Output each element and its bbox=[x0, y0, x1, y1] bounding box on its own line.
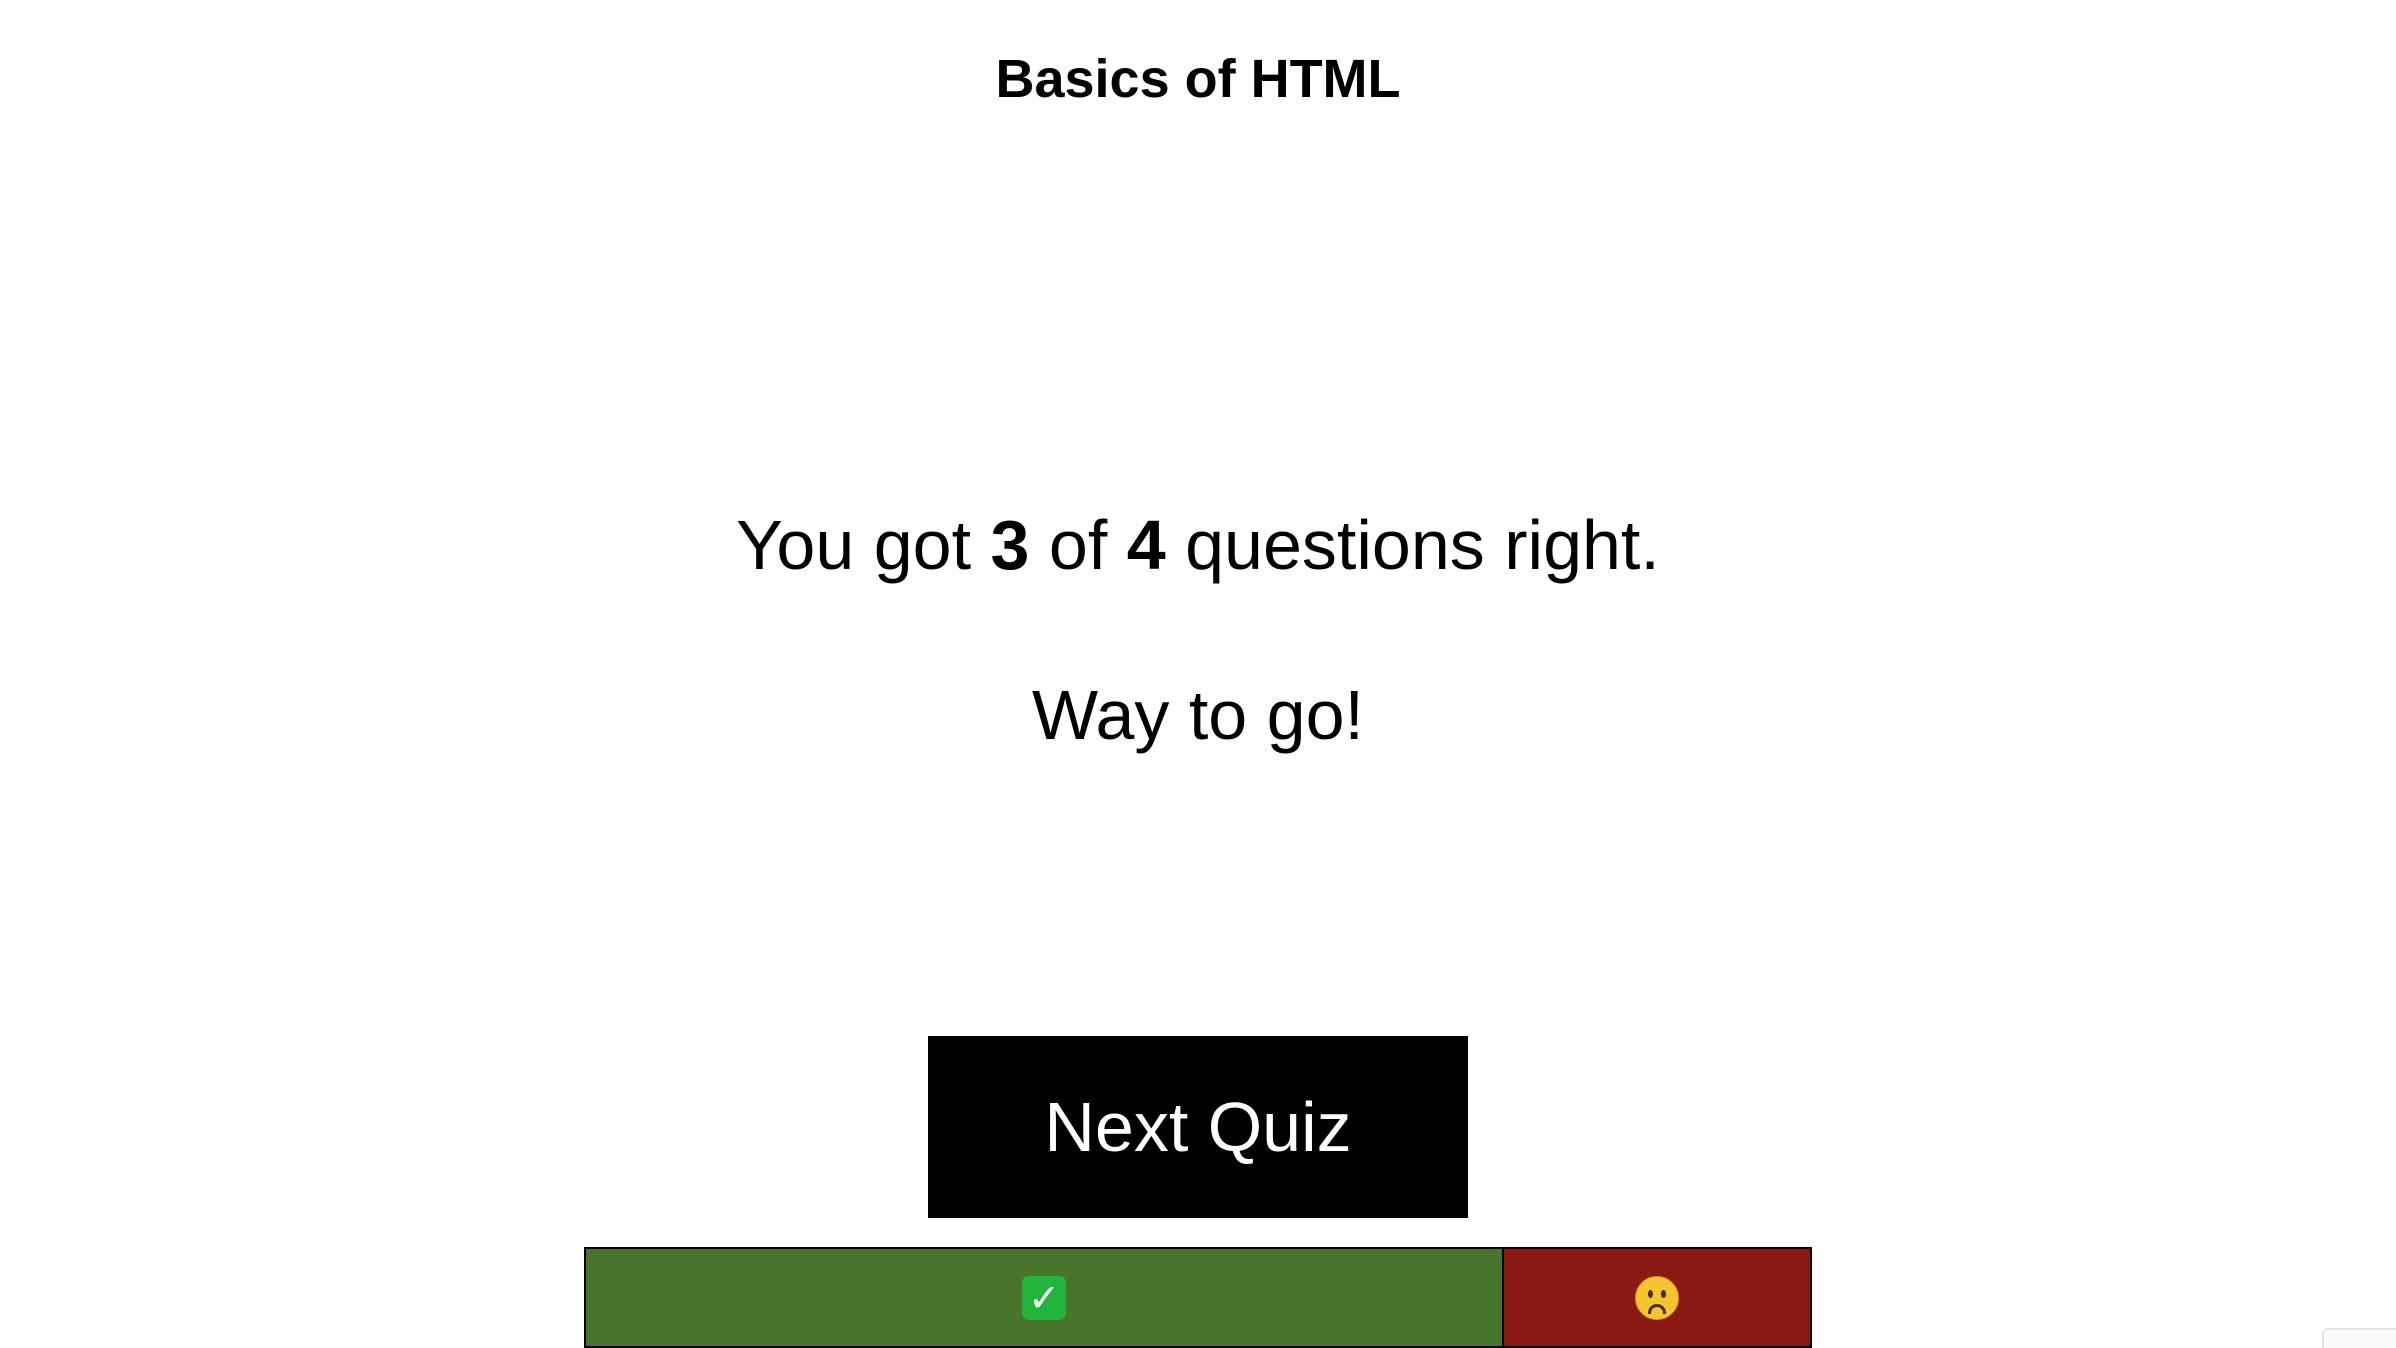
score-prefix: You got bbox=[736, 506, 991, 584]
score-middle: of bbox=[1029, 506, 1127, 584]
sad-face-left-eye bbox=[1648, 1289, 1653, 1298]
sad-face-mouth bbox=[1648, 1303, 1666, 1314]
score-bar: ✓ bbox=[584, 1247, 1812, 1348]
quiz-title: Basics of HTML bbox=[995, 49, 1401, 109]
sad-face-icon bbox=[1635, 1275, 1679, 1320]
encouragement-message: Way to go! bbox=[1032, 676, 1364, 754]
correct-count: 3 bbox=[990, 506, 1030, 584]
score-summary: You got 3 of 4 questions right. bbox=[0, 500, 2396, 590]
quiz-results-page: Basics of HTML You got 3 of 4 questions … bbox=[0, 0, 2396, 1348]
next-quiz-button[interactable]: Next Quiz bbox=[928, 1036, 1468, 1218]
sad-face-right-eye bbox=[1661, 1289, 1666, 1298]
corner-widget[interactable] bbox=[2322, 1328, 2396, 1348]
score-bar-correct-segment: ✓ bbox=[586, 1249, 1504, 1346]
score-suffix: questions right. bbox=[1165, 506, 1660, 584]
total-count: 4 bbox=[1126, 506, 1166, 584]
score-bar-wrong-segment bbox=[1504, 1249, 1810, 1346]
check-mark-icon: ✓ bbox=[1022, 1275, 1066, 1320]
